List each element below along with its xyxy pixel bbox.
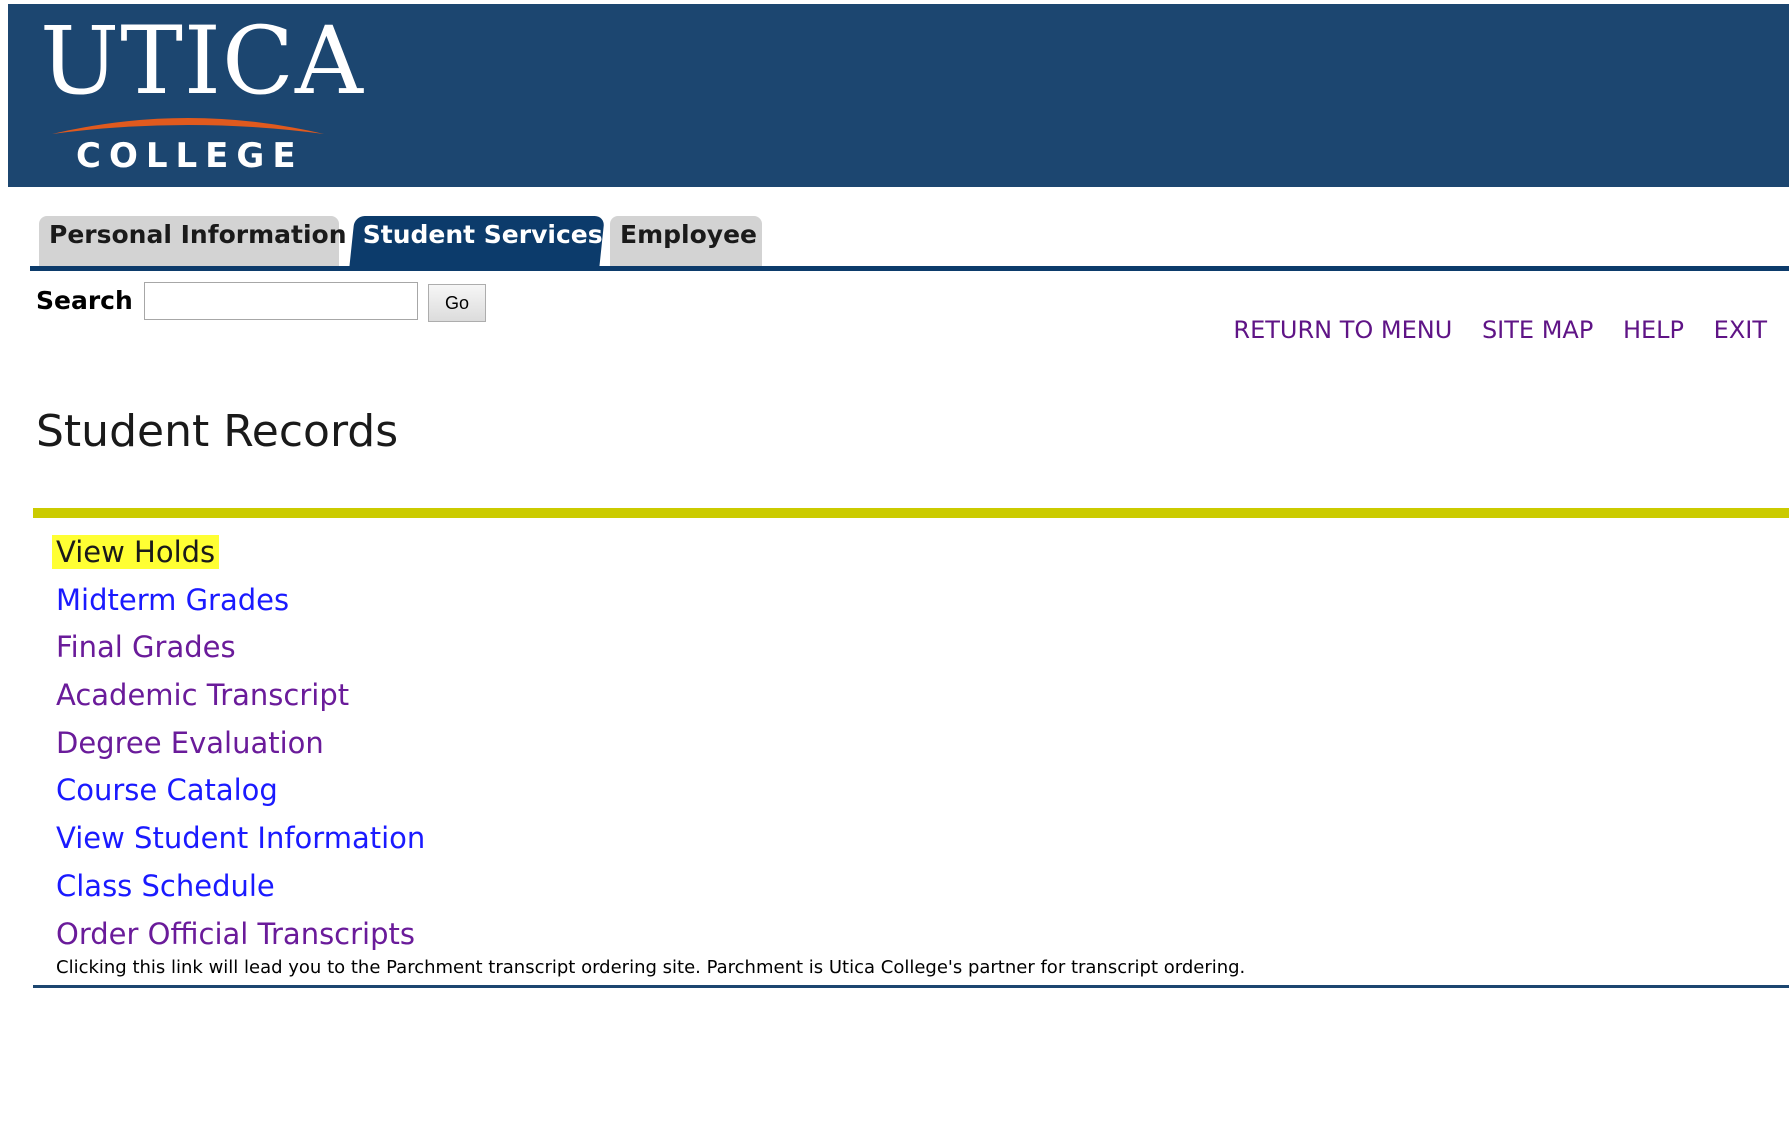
menu-item-course-catalog[interactable]: Course Catalog: [56, 766, 1756, 814]
tab-student-services[interactable]: Student Services: [349, 216, 605, 268]
tab-personal-information[interactable]: Personal Information: [39, 216, 347, 268]
menu-item-degree-evaluation[interactable]: Degree Evaluation: [56, 719, 1756, 767]
tab-employee[interactable]: Employee: [610, 216, 762, 268]
search-label: Search: [36, 286, 133, 315]
bottom-divider: [33, 985, 1789, 988]
exit-link[interactable]: EXIT: [1714, 316, 1767, 344]
menu-item-final-grades[interactable]: Final Grades: [56, 623, 1756, 671]
help-link[interactable]: HELP: [1623, 316, 1684, 344]
main-tab-bar: Personal Information Student Services Em…: [30, 216, 1789, 268]
page-title: Student Records: [36, 406, 399, 457]
menu-item-view-holds[interactable]: View Holds: [52, 528, 1756, 576]
title-divider: [33, 508, 1789, 518]
search-go-button[interactable]: Go: [428, 284, 486, 322]
tab-underline: [30, 266, 1789, 271]
tab-label: Employee: [620, 220, 757, 249]
menu-item-description: Clicking this link will lead you to the …: [56, 957, 1246, 978]
college-logo-wordmark: UTICA: [40, 7, 364, 116]
menu-item-view-student-information[interactable]: View Student Information: [56, 814, 1756, 862]
utility-links: RETURN TO MENU SITE MAP HELP EXIT: [1211, 314, 1767, 346]
student-records-menu: View Holds Midterm Grades Final Grades A…: [52, 528, 1756, 958]
menu-item-class-schedule[interactable]: Class Schedule: [56, 862, 1756, 910]
header-banner: UTICA COLLEGE: [8, 4, 1789, 187]
return-to-menu-link[interactable]: RETURN TO MENU: [1233, 316, 1452, 344]
college-logo-subtitle: COLLEGE: [76, 136, 304, 176]
search-input[interactable]: [144, 282, 418, 320]
menu-item-academic-transcript[interactable]: Academic Transcript: [56, 671, 1756, 719]
site-map-link[interactable]: SITE MAP: [1482, 316, 1593, 344]
logo-swoosh-icon: [52, 118, 324, 134]
menu-item-midterm-grades[interactable]: Midterm Grades: [56, 576, 1756, 624]
menu-item-label: View Holds: [52, 535, 220, 569]
menu-item-order-official-transcripts[interactable]: Order Official Transcripts: [56, 910, 1756, 958]
tab-label: Personal Information: [49, 220, 347, 249]
tab-label: Student Services: [362, 220, 603, 249]
